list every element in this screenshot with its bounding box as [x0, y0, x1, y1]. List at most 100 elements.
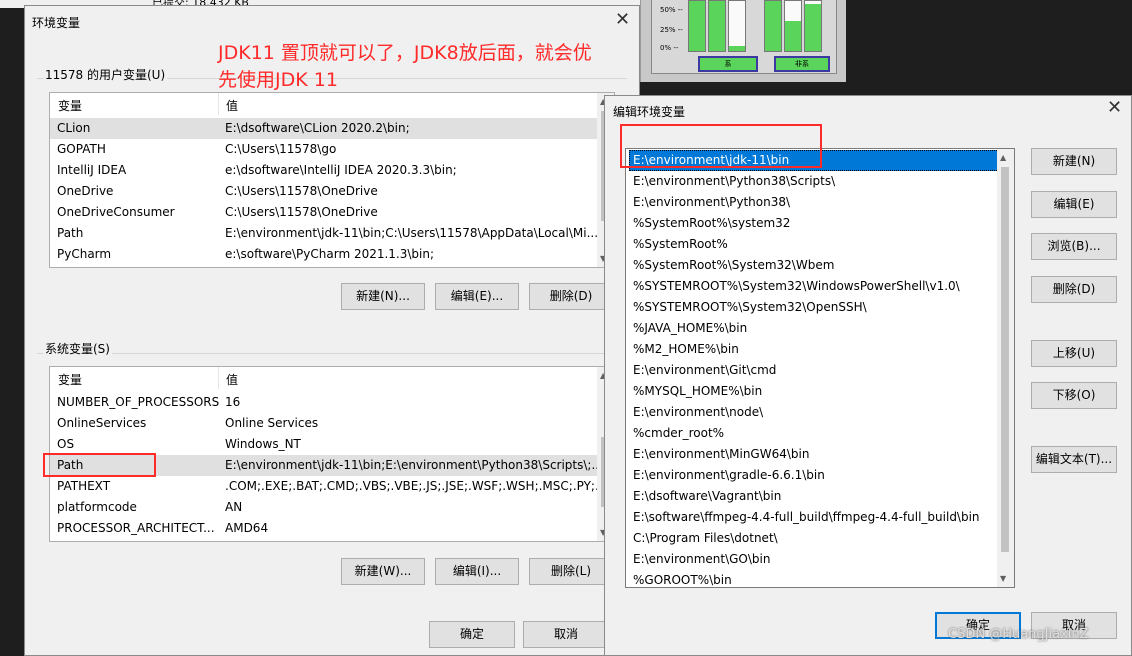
variable-name: OnlineServices — [57, 416, 147, 430]
dark-background — [846, 0, 1132, 95]
variable-name: OneDriveConsumer — [57, 205, 175, 219]
list-item[interactable]: C:\Program Files\dotnet\ — [629, 528, 999, 549]
window-title: 环境变量 — [32, 16, 81, 30]
variable-name: PyCharm — [57, 247, 112, 261]
performance-chart: 50% -- 25% -- 0% -- 系 非系 — [651, 0, 837, 74]
annotation-line-2: 先使用JDK 11 — [218, 69, 338, 91]
table-row[interactable]: CLion E:\dsoftware\CLion 2020.2\bin; — [50, 118, 599, 139]
system-edit-button[interactable]: 编辑(I)... — [435, 558, 519, 585]
list-item[interactable]: %cmder_root% — [629, 423, 999, 444]
list-item[interactable]: E:\environment\Python38\ — [629, 192, 999, 213]
table-row[interactable]: OneDriveConsumer C:\Users\11578\OneDrive — [50, 202, 599, 223]
variable-name: OneDrive — [57, 184, 114, 198]
system-delete-button[interactable]: 删除(L) — [529, 558, 613, 585]
cancel-button[interactable]: 取消 — [523, 621, 609, 648]
table-row[interactable]: OneDrive C:\Users\11578\OneDrive — [50, 181, 599, 202]
variable-value: e:\software\PyCharm 2021.1.3\bin; — [225, 247, 435, 261]
variable-value: AMD64 — [225, 521, 269, 535]
user-variables-list[interactable]: 变量 值 CLion E:\dsoftware\CLion 2020.2\bin… — [49, 92, 615, 268]
user-delete-button[interactable]: 删除(D) — [529, 283, 613, 310]
system-new-button[interactable]: 新建(W)... — [341, 558, 425, 585]
list-item[interactable]: %GOROOT%\bin — [629, 570, 999, 587]
edit-text-button[interactable]: 编辑文本(T)... — [1031, 446, 1117, 473]
perf-label: 25% -- — [660, 26, 683, 34]
variable-value: E:\environment\jdk-11\bin;C:\Users\11578… — [225, 226, 597, 240]
list-item[interactable]: %SYSTEMROOT%\System32\OpenSSH\ — [629, 297, 999, 318]
browse-button[interactable]: 浏览(B)... — [1031, 233, 1117, 260]
variable-value: AN — [225, 500, 243, 514]
move-up-button[interactable]: 上移(U) — [1031, 340, 1117, 367]
list-item[interactable]: %SYSTEMROOT%\System32\WindowsPowerShell\… — [629, 276, 999, 297]
column-header-value[interactable]: 值 — [226, 97, 238, 114]
list-item[interactable]: E:\environment\gradle-6.6.1\bin — [629, 465, 999, 486]
watermark: CSDN @HuangJiaxinZ — [948, 627, 1089, 642]
variable-name: CLion — [57, 121, 91, 135]
window-title: 编辑环境变量 — [613, 105, 686, 119]
list-item[interactable]: E:\dsoftware\Vagrant\bin — [629, 486, 999, 507]
perf-bar — [784, 0, 802, 52]
perf-system-button[interactable]: 系 — [698, 56, 758, 72]
highlight-box-path-variable — [43, 453, 156, 477]
list-item[interactable]: E:\environment\Python38\Scripts\ — [629, 171, 999, 192]
perf-bar-fill — [709, 1, 725, 51]
variable-value: E:\dsoftware\CLion 2020.2\bin; — [225, 121, 410, 135]
column-separator[interactable] — [218, 93, 219, 115]
table-row[interactable]: platformcode AN — [50, 497, 599, 518]
list-item[interactable]: %M2_HOME%\bin — [629, 339, 999, 360]
vertical-scrollbar[interactable]: ▲ ▼ — [997, 149, 1014, 587]
group-divider — [37, 353, 627, 354]
perf-bar-fill — [689, 1, 705, 51]
list-item[interactable]: E:\environment\node\ — [629, 402, 999, 423]
close-icon[interactable]: ✕ — [1107, 99, 1122, 117]
edit-path-button[interactable]: 编辑(E) — [1031, 191, 1117, 218]
table-row[interactable]: PROCESSOR_ARCHITECT... AMD64 — [50, 518, 599, 539]
perf-bar — [804, 0, 822, 52]
table-row[interactable]: OnlineServices Online Services — [50, 413, 599, 434]
table-row[interactable]: OS Windows_NT — [50, 434, 599, 455]
red-annotation-text: JDK11 置顶就可以了，JDK8放后面，就会优 先使用JDK 11 — [218, 40, 638, 94]
new-path-button[interactable]: 新建(N) — [1031, 148, 1117, 175]
list-item[interactable]: E:\environment\MinGW64\bin — [629, 444, 999, 465]
column-header-variable[interactable]: 变量 — [58, 371, 82, 388]
column-header-value[interactable]: 值 — [226, 371, 238, 388]
scroll-thumb[interactable] — [1001, 167, 1009, 552]
close-icon[interactable]: ✕ — [615, 11, 630, 29]
variable-name: NUMBER_OF_PROCESSORS — [57, 395, 219, 409]
list-item[interactable]: E:\environment\GO\bin — [629, 549, 999, 570]
user-new-button[interactable]: 新建(N)... — [341, 283, 425, 310]
list-item[interactable]: %SystemRoot%\system32 — [629, 213, 999, 234]
scroll-down-icon[interactable]: ▼ — [1000, 574, 1006, 583]
column-header-variable[interactable]: 变量 — [58, 97, 82, 114]
user-edit-button[interactable]: 编辑(E)... — [435, 283, 519, 310]
column-separator[interactable] — [218, 367, 219, 389]
list-item[interactable]: %SystemRoot%\System32\Wbem — [629, 255, 999, 276]
variable-name: IntelliJ IDEA — [57, 163, 127, 177]
perf-bar — [728, 0, 746, 52]
scroll-up-icon[interactable]: ▲ — [1000, 153, 1006, 162]
perf-bar-fill — [785, 21, 801, 51]
variable-value: C:\Users\11578\go — [225, 142, 337, 156]
variable-value: .COM;.EXE;.BAT;.CMD;.VBS;.VBE;.JS;.JSE;.… — [225, 479, 597, 493]
perf-bar — [708, 0, 726, 52]
list-item[interactable]: %SystemRoot% — [629, 234, 999, 255]
path-entries-list[interactable]: E:\environment\jdk-11\bin E:\environment… — [625, 148, 1015, 588]
list-item[interactable]: E:\software\ffmpeg-4.4-full_build\ffmpeg… — [629, 507, 999, 528]
list-item[interactable]: E:\environment\Git\cmd — [629, 360, 999, 381]
table-row[interactable]: GOPATH C:\Users\11578\go — [50, 139, 599, 160]
list-item[interactable]: %MYSQL_HOME%\bin — [629, 381, 999, 402]
perf-label: 50% -- — [660, 6, 683, 14]
list-item[interactable]: %JAVA_HOME%\bin — [629, 318, 999, 339]
perf-bar — [688, 0, 706, 52]
perf-bar-fill — [805, 3, 821, 51]
table-row[interactable]: IntelliJ IDEA e:\dsoftware\IntelliJ IDEA… — [50, 160, 599, 181]
move-down-button[interactable]: 下移(O) — [1031, 382, 1117, 409]
table-row[interactable]: PATHEXT .COM;.EXE;.BAT;.CMD;.VBS;.VBE;.J… — [50, 476, 599, 497]
table-row[interactable]: NUMBER_OF_PROCESSORS 16 — [50, 392, 599, 413]
perf-nonsystem-button[interactable]: 非系 — [774, 56, 830, 72]
table-row[interactable]: Path E:\environment\jdk-11\bin;C:\Users\… — [50, 223, 599, 244]
variable-name: PATHEXT — [57, 479, 111, 493]
ok-button[interactable]: 确定 — [429, 621, 515, 648]
perf-label: 0% -- — [660, 44, 679, 52]
table-row[interactable]: PyCharm e:\software\PyCharm 2021.1.3\bin… — [50, 244, 599, 265]
delete-path-button[interactable]: 删除(D) — [1031, 276, 1117, 303]
